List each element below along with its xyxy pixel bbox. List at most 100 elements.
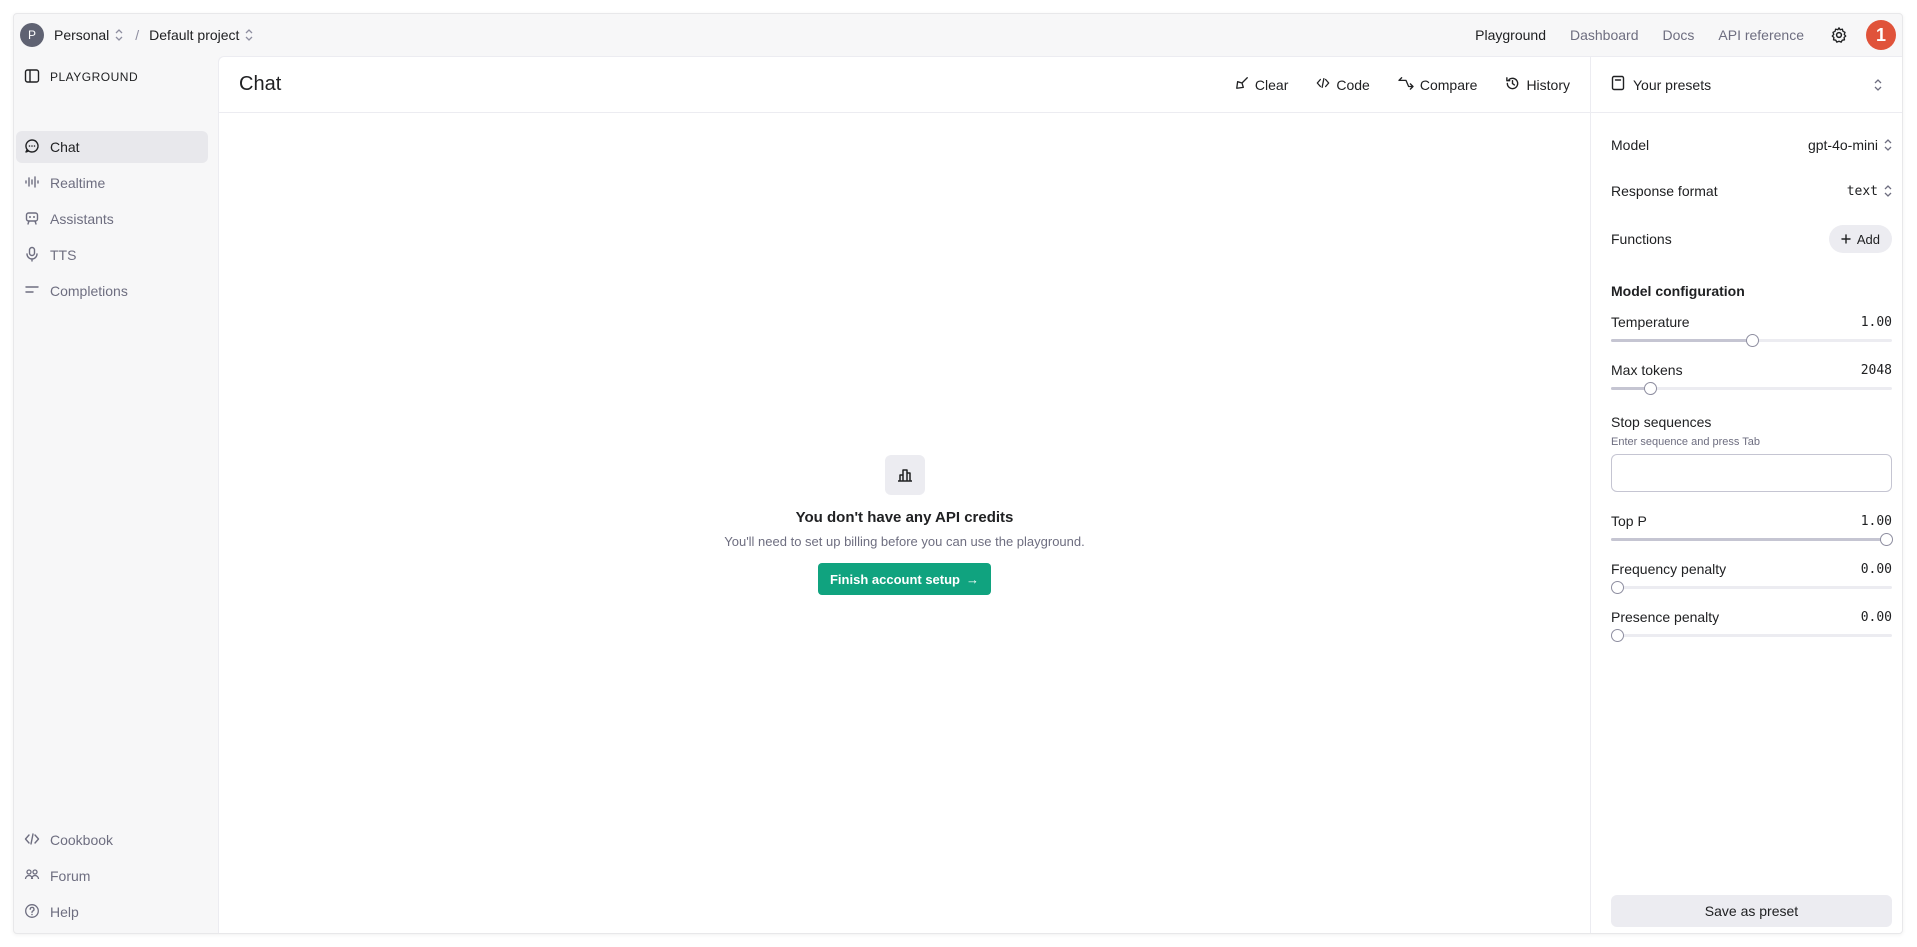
model-value: gpt-4o-mini — [1807, 137, 1878, 153]
slider-thumb[interactable] — [1611, 629, 1624, 642]
clear-label: Clear — [1254, 76, 1289, 93]
top-p-label: Top P — [1611, 513, 1647, 529]
chevron-updown-icon — [1884, 139, 1892, 151]
main-area: Chat Clear Code Compare History You don'… — [218, 56, 1590, 933]
functions-row: Functions Add — [1611, 225, 1892, 253]
nav-api-reference[interactable]: API reference — [1718, 27, 1804, 43]
toolbar: Clear Code Compare History — [1235, 76, 1570, 94]
temperature-value: 1.00 — [1860, 314, 1892, 330]
stop-sequences-label: Stop sequences — [1611, 414, 1712, 430]
sidebar-header: PLAYGROUND — [14, 56, 218, 98]
org-avatar[interactable]: P — [20, 23, 44, 47]
add-label: Add — [1856, 231, 1880, 247]
chevron-updown-icon — [1884, 185, 1892, 197]
main-header: Chat Clear Code Compare History — [219, 57, 1590, 113]
org-name: Personal — [54, 27, 110, 43]
add-function-button[interactable]: Add — [1828, 225, 1892, 253]
history-button[interactable]: History — [1505, 76, 1570, 94]
nav-docs[interactable]: Docs — [1662, 27, 1694, 43]
temperature-row: Temperature 1.00 — [1611, 314, 1892, 330]
project-switcher[interactable]: Default project — [149, 27, 253, 43]
sidebar-item-chat[interactable]: Chat — [16, 131, 208, 163]
top-p-row: Top P 1.00 — [1611, 513, 1892, 529]
slider-fill — [1611, 339, 1752, 342]
model-select[interactable]: gpt-4o-mini — [1808, 137, 1892, 153]
sidebar-item-label: Chat — [50, 139, 80, 155]
sidebar-item-tts[interactable]: TTS — [16, 239, 208, 271]
sidebar-item-completions[interactable]: Completions — [16, 275, 208, 307]
org-switcher[interactable]: Personal — [54, 27, 123, 43]
top-p-slider[interactable] — [1611, 532, 1893, 546]
panel-toggle-icon[interactable] — [24, 68, 40, 87]
cta-label: Finish account setup — [829, 571, 960, 587]
presence-penalty-slider[interactable] — [1611, 628, 1892, 642]
empty-state: You don't have any API credits You'll ne… — [219, 455, 1590, 595]
save-as-preset-button[interactable]: Save as preset — [1611, 895, 1892, 927]
functions-label: Functions — [1611, 231, 1672, 247]
plus-icon — [1841, 232, 1851, 247]
people-icon — [24, 867, 40, 886]
arrow-right-icon: → — [966, 571, 979, 587]
nav-playground[interactable]: Playground — [1475, 27, 1546, 43]
response-format-select[interactable]: text — [1847, 184, 1892, 199]
frequency-penalty-value: 0.00 — [1860, 561, 1892, 577]
history-icon — [1505, 76, 1520, 94]
user-avatar[interactable]: 1 — [1866, 20, 1896, 50]
sidebar-item-cookbook[interactable]: Cookbook — [16, 824, 208, 856]
lines-icon — [24, 282, 40, 301]
slider-fill — [1611, 538, 1892, 541]
slider-thumb[interactable] — [1745, 334, 1759, 347]
frequency-penalty-slider[interactable] — [1611, 580, 1892, 594]
code-icon — [1316, 76, 1330, 93]
microphone-icon — [24, 246, 40, 265]
slider-track — [1611, 586, 1892, 589]
top-nav: Playground Dashboard Docs API reference … — [1451, 14, 1896, 56]
model-configuration-heading: Model configuration — [1611, 283, 1745, 299]
stop-sequences-row: Stop sequences — [1611, 414, 1892, 430]
slider-thumb[interactable] — [1611, 581, 1624, 594]
sidebar-item-help[interactable]: Help — [16, 896, 208, 928]
max-tokens-slider[interactable] — [1611, 381, 1892, 395]
slider-thumb[interactable] — [1644, 382, 1658, 395]
response-format-row: Response format text — [1611, 183, 1892, 199]
broom-icon — [1235, 76, 1249, 93]
code-label: Code — [1336, 76, 1370, 93]
empty-state-title: You don't have any API credits — [795, 509, 1014, 526]
sidebar-item-assistants[interactable]: Assistants — [16, 203, 208, 235]
presence-penalty-value: 0.00 — [1860, 609, 1892, 625]
sidebar-item-realtime[interactable]: Realtime — [16, 167, 208, 199]
compare-button[interactable]: Compare — [1398, 76, 1477, 93]
top-p-value: 1.00 — [1860, 513, 1892, 529]
sidebar: PLAYGROUND Chat Realtime Assistants TTS … — [14, 56, 218, 933]
top-bar: P Personal / Default project Playground … — [14, 14, 1902, 56]
frequency-penalty-row: Frequency penalty 0.00 — [1611, 561, 1892, 577]
sidebar-item-label: Help — [50, 904, 79, 920]
slider-thumb[interactable] — [1880, 533, 1893, 546]
chat-bubble-icon — [24, 138, 40, 157]
code-button[interactable]: Code — [1316, 76, 1370, 93]
model-label: Model — [1611, 137, 1650, 153]
app-window: P Personal / Default project Playground … — [13, 13, 1903, 934]
sidebar-item-label: Cookbook — [50, 832, 114, 848]
sidebar-item-label: Completions — [50, 283, 128, 299]
finish-account-setup-button[interactable]: Finish account setup → — [817, 563, 991, 595]
code-icon — [24, 831, 40, 850]
max-tokens-row: Max tokens 2048 — [1611, 362, 1892, 378]
sidebar-item-label: Assistants — [50, 211, 114, 227]
clear-button[interactable]: Clear — [1235, 76, 1288, 93]
sidebar-item-forum[interactable]: Forum — [16, 860, 208, 892]
gear-icon[interactable] — [1828, 24, 1850, 46]
presets-select[interactable]: Your presets — [1591, 57, 1902, 113]
sidebar-item-label: Realtime — [50, 175, 106, 191]
project-name: Default project — [149, 27, 240, 43]
max-tokens-value: 2048 — [1860, 362, 1892, 378]
temperature-slider[interactable] — [1611, 333, 1892, 347]
help-icon — [24, 903, 40, 922]
sidebar-item-label: TTS — [50, 247, 77, 263]
temperature-label: Temperature — [1611, 314, 1690, 330]
nav-dashboard[interactable]: Dashboard — [1570, 27, 1639, 43]
settings-panel: Your presets Model gpt-4o-mini Response … — [1590, 56, 1902, 933]
document-icon — [1611, 75, 1625, 94]
chevron-updown-icon — [115, 29, 123, 41]
stop-sequences-input[interactable] — [1611, 454, 1892, 492]
